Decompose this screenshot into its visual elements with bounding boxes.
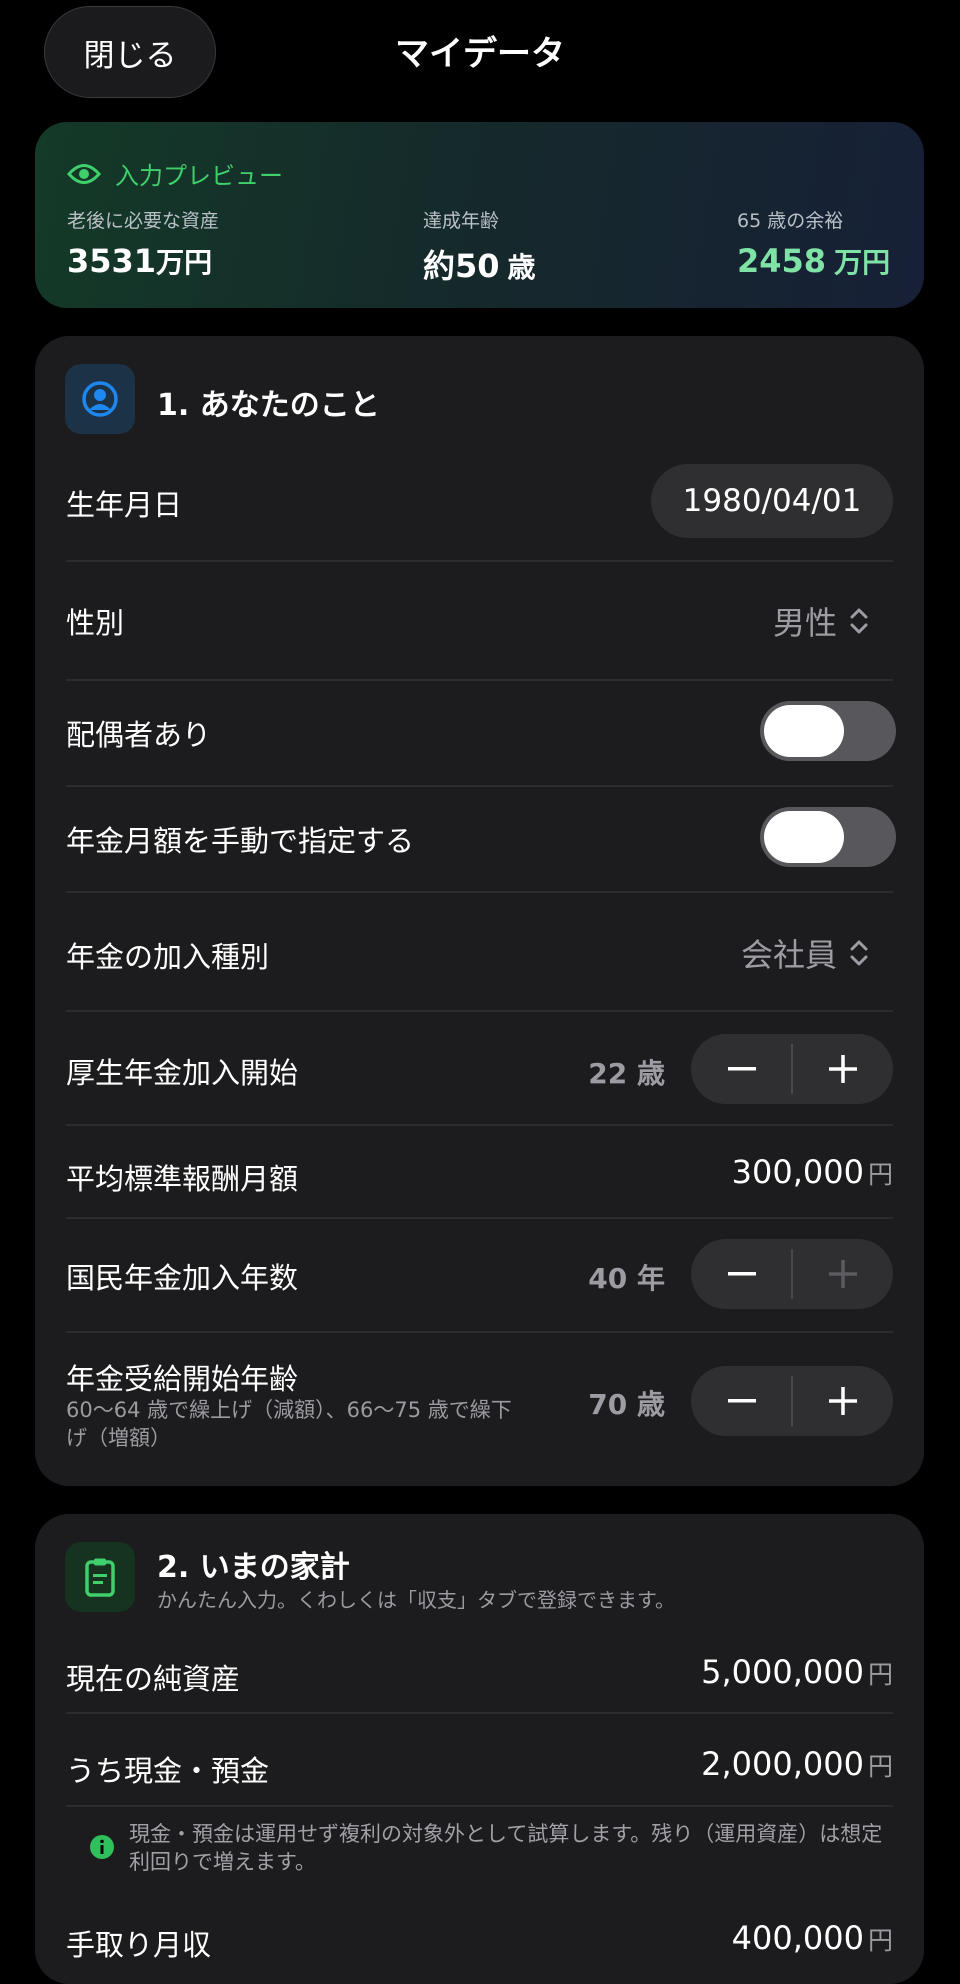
minus-icon [727,1272,756,1276]
avg-salary-row: 平均標準報酬月額 300,000 円 [66,1144,893,1204]
cash-input[interactable]: 2,000,000 円 [701,1745,893,1783]
plus-icon [828,1260,857,1288]
chevron-updown-icon [850,940,868,966]
kosei-start-row: 厚生年金加入開始 22 歳 [66,1034,893,1104]
input-preview-card: 入力プレビュー 老後に必要な資産 3531万円 達成年齢 約50 歳 65 歳の余… [35,122,924,308]
manual-pension-row: 年金月額を手動で指定する [66,806,896,870]
row-label: 配偶者あり [66,718,212,752]
avg-salary-input[interactable]: 300,000 円 [732,1153,893,1191]
preview-heading: 入力プレビュー [67,156,283,191]
cash-note: 現金・預金は運用せず複利の対象外として試算します。残り（運用資産）は想定利回りで… [89,1820,893,1876]
section-subtitle: かんたん入力。くわしくは「収支」タブで登録できます。 [157,1588,675,1612]
row-hint: 60〜64 歳で繰上げ（減額）、66〜75 歳で繰下げ（増額） [66,1398,512,1450]
divider [66,1712,893,1714]
pension-start-age-row: 年金受給開始年齢 60〜64 歳で繰上げ（減額）、66〜75 歳で繰下げ（増額）… [66,1356,893,1456]
birthdate-picker[interactable]: 1980/04/01 [651,464,893,538]
section-about-you: 1. あなたのこと 生年月日 1980/04/01 性別 男性 配偶者あり 年金… [35,336,924,1486]
row-label: 年金の加入種別 [66,940,270,974]
section-title: 2. いまの家計 [157,1550,350,1585]
income-input[interactable]: 400,000 円 [732,1919,893,1957]
pension-type-row: 年金の加入種別 会社員 [66,912,893,988]
page-title: マイデータ [395,34,565,74]
pension-start-age-stepper [691,1366,893,1436]
plus-icon [828,1055,857,1083]
stat-required-assets: 老後に必要な資産 3531万円 [67,206,219,281]
stat-achieve-age: 達成年齢 約50 歳 [423,206,536,287]
kokumin-years-stepper [691,1239,893,1309]
gender-value: 男性 [772,604,837,642]
row-label: 生年月日 [66,488,183,522]
gender-row: 性別 男性 [66,582,893,656]
stat-value: 約50 歳 [423,247,536,285]
stat-label: 老後に必要な資産 [67,210,220,232]
nav-header: 閉じる マイデータ [0,0,960,105]
stat-label: 65 歳の余裕 [737,210,844,232]
stat-value: 3531万円 [67,242,213,280]
row-label: 性別 [66,606,125,640]
kosei-start-stepper [691,1034,893,1104]
decrement-button[interactable] [691,1239,792,1309]
clipboard-icon [65,1542,135,1612]
pension-type-select[interactable]: 会社員 [741,930,869,976]
person-icon [65,364,135,434]
section-household: 2. いまの家計 かんたん入力。くわしくは「収支」タブで登録できます。 現在の純… [35,1514,924,1984]
divider [66,1805,893,1807]
row-label: 平均標準報酬月額 [66,1162,299,1196]
row-label: 国民年金加入年数 [66,1261,299,1295]
toggle-knob [764,811,844,863]
spouse-row: 配偶者あり [66,700,896,764]
minus-icon [727,1067,756,1071]
section-title: 1. あなたのこと [157,388,380,423]
kokumin-years-row: 国民年金加入年数 40 年 [66,1239,893,1309]
kosei-start-value: 22 歳 [588,1057,665,1090]
row-label: 手取り月収 [66,1928,212,1962]
divider [66,1124,893,1126]
row-label: 年金月額を手動で指定する [66,824,415,858]
pension-type-value: 会社員 [740,936,837,974]
row-label: 厚生年金加入開始 [66,1056,299,1090]
divider [66,891,893,893]
divider [66,1010,893,1012]
divider [66,679,893,681]
row-label: うち現金・預金 [66,1754,270,1788]
minus-icon [727,1399,756,1403]
divider [66,1331,893,1333]
birthdate-row: 生年月日 1980/04/01 [66,464,893,538]
stat-label: 達成年齢 [423,210,500,232]
stat-value: 2458 万円 [737,242,891,280]
pension-start-age-value: 70 歳 [588,1388,665,1421]
net-assets-row: 現在の純資産 5,000,000 円 [66,1644,893,1704]
info-icon [90,1835,114,1859]
eye-icon [67,163,101,184]
increment-button[interactable] [792,1034,893,1104]
note-text: 現金・預金は運用せず複利の対象外として試算します。残り（運用資産）は想定利回りで… [129,1822,883,1874]
kokumin-years-value: 40 年 [588,1262,665,1295]
manual-pension-toggle[interactable] [760,807,896,867]
toggle-knob [764,705,844,757]
spouse-toggle[interactable] [760,701,896,761]
divider [66,560,893,562]
cash-row: うち現金・預金 2,000,000 円 [66,1736,893,1796]
gender-select[interactable]: 男性 [773,598,869,644]
decrement-button[interactable] [691,1034,792,1104]
decrement-button[interactable] [691,1366,792,1436]
increment-button-disabled[interactable] [792,1239,893,1309]
plus-icon [828,1387,857,1415]
row-label: 現在の純資産 [66,1662,241,1696]
income-row: 手取り月収 400,000 円 [66,1910,893,1970]
chevron-updown-icon [850,608,868,634]
row-label: 年金受給開始年齢 [66,1362,299,1396]
divider [66,1217,893,1219]
increment-button[interactable] [792,1366,893,1436]
divider [66,785,893,787]
stat-surplus-65: 65 歳の余裕 2458 万円 [737,206,890,281]
preview-heading-label: 入力プレビュー [115,162,283,190]
net-assets-input[interactable]: 5,000,000 円 [701,1653,893,1691]
